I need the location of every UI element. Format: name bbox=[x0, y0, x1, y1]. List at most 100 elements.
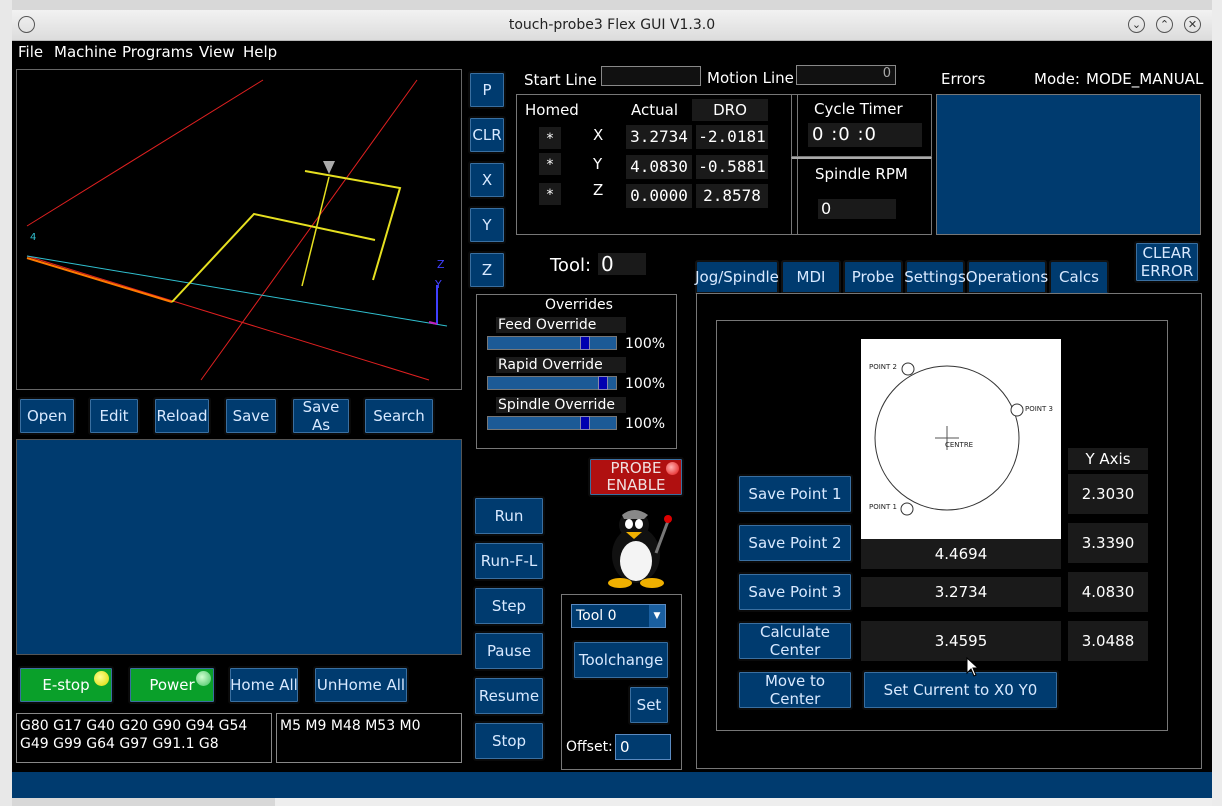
menubar: File Machine Programs View Help bbox=[12, 41, 1212, 63]
plot-view-y-button[interactable]: Y bbox=[468, 206, 506, 244]
center-diagram-svg: POINT 2 POINT 3 POINT 1 CENTRE bbox=[869, 362, 1053, 516]
cycle-timer-label: Cycle Timer bbox=[814, 100, 903, 118]
diagram-point3-label: POINT 3 bbox=[1025, 405, 1053, 413]
point3-y-value: 4.0830 bbox=[1068, 572, 1148, 612]
edit-button[interactable]: Edit bbox=[88, 397, 140, 435]
errors-label: Errors bbox=[941, 70, 986, 88]
menu-machine[interactable]: Machine bbox=[54, 43, 117, 61]
plot-view-x-button[interactable]: X bbox=[468, 161, 506, 199]
actual-y: 4.0830 bbox=[626, 155, 692, 179]
app-body: File Machine Programs View Help Z Y 4 P … bbox=[12, 41, 1212, 798]
home-all-button[interactable]: Home All bbox=[228, 666, 300, 704]
linuxcnc-penguin-logo bbox=[598, 503, 684, 589]
save-point-1-button[interactable]: Save Point 1 bbox=[737, 474, 853, 514]
menu-help[interactable]: Help bbox=[243, 43, 277, 61]
plot-clear-button[interactable]: CLR bbox=[468, 116, 506, 154]
offset-input[interactable]: 0 bbox=[615, 734, 671, 760]
override-slider[interactable] bbox=[487, 336, 617, 350]
save-point-3-button[interactable]: Save Point 3 bbox=[737, 572, 853, 612]
homed-header: Homed bbox=[525, 101, 579, 119]
set-current-x0y0-button[interactable]: Set Current to X0 Y0 bbox=[862, 670, 1059, 710]
timer-hours: 0 bbox=[812, 124, 825, 145]
point2-y-value: 3.3390 bbox=[1068, 523, 1148, 563]
run-button[interactable]: Run bbox=[473, 496, 545, 536]
toolpath-plot[interactable]: Z Y 4 bbox=[16, 69, 462, 390]
center-calc-diagram: POINT 2 POINT 3 POINT 1 CENTRE bbox=[861, 339, 1061, 539]
menu-file[interactable]: File bbox=[18, 43, 43, 61]
dro-y: -0.5881 bbox=[696, 155, 768, 179]
maximize-icon[interactable]: ⌃ bbox=[1156, 16, 1173, 33]
center-x-value: 3.4595 bbox=[861, 621, 1061, 661]
close-icon[interactable]: ✕ bbox=[1184, 16, 1201, 33]
tab-probe[interactable]: Probe bbox=[843, 260, 903, 294]
clear-error-button[interactable]: CLEAR ERROR bbox=[1134, 241, 1200, 283]
probe-enable-button[interactable]: PROBE ENABLE bbox=[588, 457, 684, 497]
save-point-2-button[interactable]: Save Point 2 bbox=[737, 523, 853, 563]
override-slider-handle[interactable] bbox=[598, 376, 608, 390]
start-line-input[interactable] bbox=[601, 66, 701, 86]
diagram-point2-label: POINT 2 bbox=[869, 363, 897, 371]
pause-button[interactable]: Pause bbox=[473, 631, 545, 671]
stop-button[interactable]: Stop bbox=[473, 721, 545, 761]
plot-view-p-button[interactable]: P bbox=[468, 71, 506, 109]
minimize-icon[interactable]: ⌄ bbox=[1128, 16, 1145, 33]
estop-indicator-icon bbox=[94, 671, 109, 686]
point2-x-value: 4.4694 bbox=[861, 539, 1061, 569]
status-bar bbox=[12, 772, 1212, 798]
timer-sep-2: : bbox=[857, 124, 865, 145]
estop-label: E-stop bbox=[42, 676, 90, 694]
toolpath-plot-svg: Z Y 4 bbox=[26, 79, 448, 381]
run-from-line-button[interactable]: Run-F-L bbox=[473, 541, 545, 581]
calculate-center-button[interactable]: Calculate Center bbox=[737, 621, 853, 661]
offset-label: Offset: bbox=[566, 739, 613, 755]
override-slider[interactable] bbox=[487, 416, 617, 430]
tab-jog-spindle[interactable]: Jog/Spindle bbox=[695, 260, 779, 294]
plot-axis-y-label: Y bbox=[434, 278, 442, 291]
clear-error-line1: CLEAR bbox=[1142, 244, 1192, 262]
tab-operations[interactable]: Operations bbox=[966, 260, 1048, 294]
gcode-viewer[interactable] bbox=[16, 439, 462, 655]
reload-button[interactable]: Reload bbox=[153, 397, 211, 435]
menu-view[interactable]: View bbox=[199, 43, 235, 61]
override-slider-handle[interactable] bbox=[580, 416, 590, 430]
y-axis-header: Y Axis bbox=[1068, 448, 1148, 470]
menu-programs[interactable]: Programs bbox=[122, 43, 193, 61]
cycle-timer-value: 0 :0 :0 bbox=[808, 123, 922, 147]
override-label: Rapid Override bbox=[496, 357, 626, 373]
save-button[interactable]: Save bbox=[224, 397, 278, 435]
background-window-right bbox=[1212, 0, 1222, 806]
tab-calcs[interactable]: Calcs bbox=[1049, 260, 1109, 294]
override-value: 100% bbox=[625, 336, 666, 352]
background-window-left bbox=[0, 0, 12, 806]
search-button[interactable]: Search bbox=[363, 397, 435, 435]
unhome-all-button[interactable]: UnHome All bbox=[313, 666, 409, 704]
homed-indicator-z: * bbox=[539, 183, 561, 205]
save-as-button[interactable]: Save As bbox=[291, 397, 351, 435]
override-slider[interactable] bbox=[487, 376, 617, 390]
estop-button[interactable]: E-stop bbox=[18, 666, 114, 704]
resume-button[interactable]: Resume bbox=[473, 676, 545, 716]
move-to-center-button[interactable]: Move to Center bbox=[737, 670, 853, 710]
plot-axis-z-label: Z bbox=[437, 258, 445, 271]
override-label: Feed Override bbox=[496, 317, 626, 333]
window-title: touch-probe3 Flex GUI V1.3.0 bbox=[508, 17, 716, 33]
power-button[interactable]: Power bbox=[128, 666, 216, 704]
toolchange-button[interactable]: Toolchange bbox=[572, 640, 670, 680]
tab-mdi[interactable]: MDI bbox=[781, 260, 841, 294]
axis-label-y: Y bbox=[593, 155, 603, 173]
power-indicator-icon bbox=[196, 671, 211, 686]
timer-seconds: 0 bbox=[864, 124, 877, 145]
probe-enable-line2: ENABLE bbox=[606, 476, 666, 494]
motion-line-label: Motion Line bbox=[707, 69, 794, 87]
probe-enable-line1: PROBE bbox=[610, 459, 662, 477]
tab-settings[interactable]: Settings bbox=[904, 260, 966, 294]
set-offset-button[interactable]: Set bbox=[628, 685, 670, 725]
actual-header: Actual bbox=[631, 101, 678, 119]
tool-select[interactable]: Tool 0 ▼ bbox=[571, 604, 666, 628]
open-button[interactable]: Open bbox=[18, 397, 76, 435]
step-button[interactable]: Step bbox=[473, 586, 545, 626]
plot-view-z-button[interactable]: Z bbox=[468, 251, 506, 289]
override-slider-handle[interactable] bbox=[580, 336, 590, 350]
override-value: 100% bbox=[625, 376, 666, 392]
override-value: 100% bbox=[625, 416, 666, 432]
